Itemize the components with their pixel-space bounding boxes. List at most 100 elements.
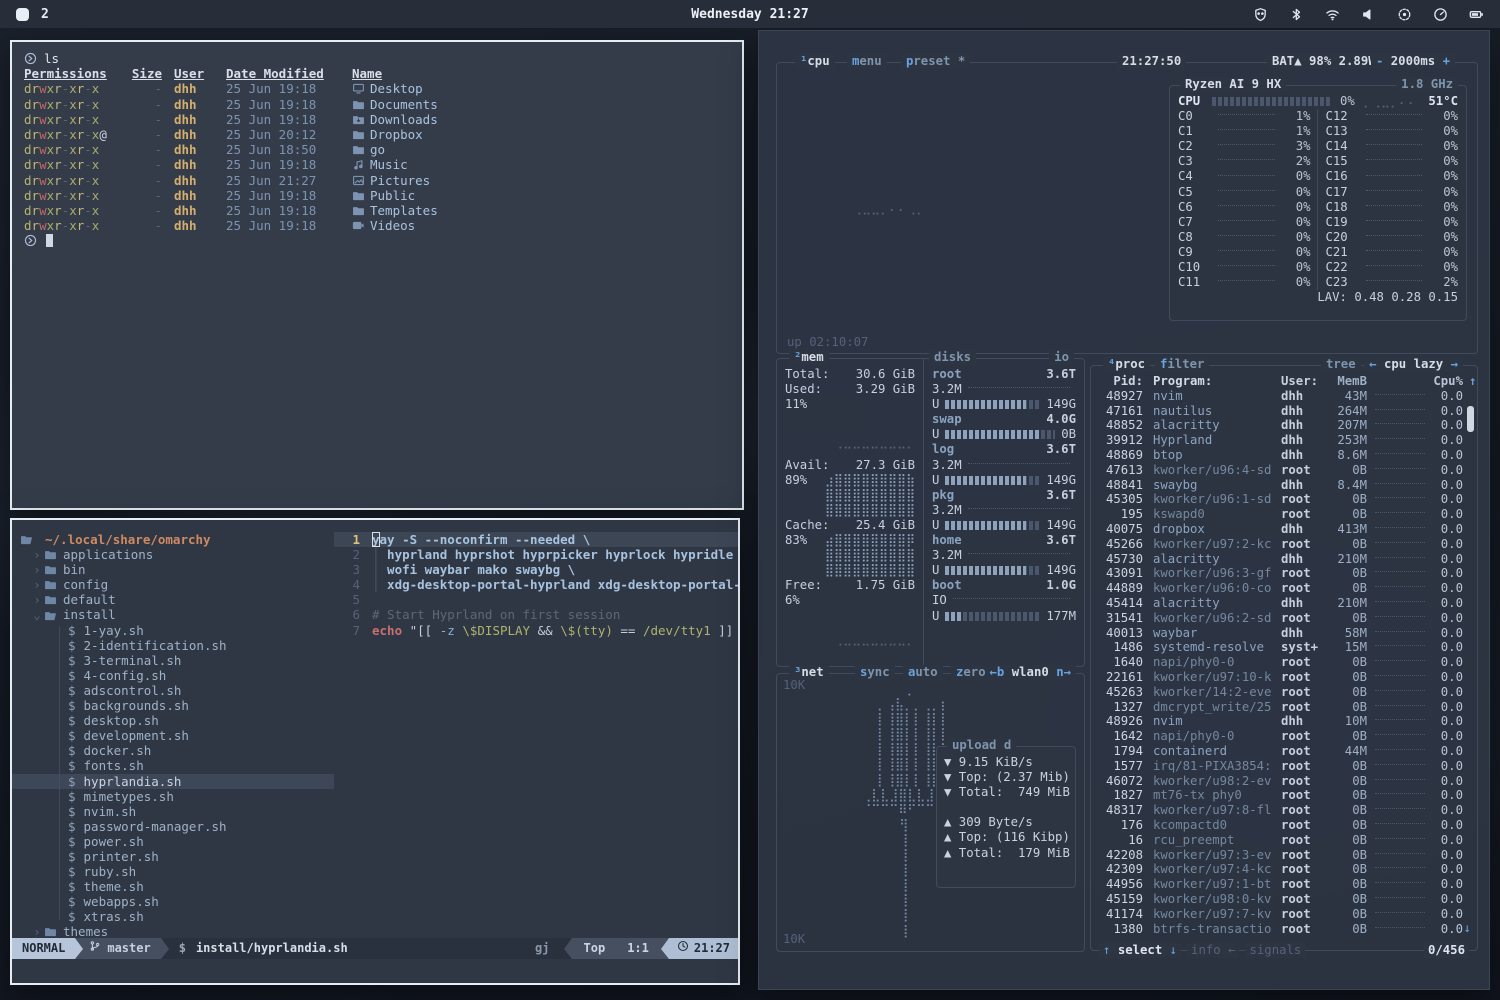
tree-dir-install[interactable]: ⌄install <box>12 607 334 622</box>
tree-file-development.sh[interactable]: $development.sh <box>12 728 334 743</box>
preset-button[interactable]: preset * <box>901 54 970 69</box>
process-row[interactable]: 40013waybardhh58M0.0 <box>1091 626 1477 641</box>
update-interval[interactable]: - 2000ms + <box>1371 54 1455 69</box>
net-interface-switcher[interactable]: ←b wlan0 n→ <box>985 665 1076 680</box>
process-row[interactable]: 1642napi/phy0-0root0B0.0 <box>1091 729 1477 744</box>
tree-dir-config[interactable]: ›config <box>12 577 334 592</box>
neovim-window[interactable]: ~/.local/share/omarchy›applications›bin›… <box>10 518 740 985</box>
tree-root[interactable]: ~/.local/share/omarchy <box>12 532 334 547</box>
proc-filter-button[interactable]: filter <box>1155 357 1209 372</box>
battery-icon[interactable] <box>1469 7 1484 22</box>
process-row[interactable]: 45263kworker/14:2-everoot0B0.0 <box>1091 685 1477 700</box>
ls-name-cell: Music <box>352 157 730 172</box>
tree-dir-bin[interactable]: ›bin <box>12 562 334 577</box>
process-row[interactable]: 45730alacrittydhh210M0.0 <box>1091 552 1477 567</box>
process-row[interactable]: 45159kworker/u98:0-kvroot0B0.0 <box>1091 892 1477 907</box>
tab-proc[interactable]: ⁴proc <box>1103 357 1150 372</box>
process-row[interactable]: 46072kworker/u98:2-evroot0B0.0 <box>1091 774 1477 789</box>
terminal-window[interactable]: ls PermissionsSizeUserDate ModifiedNamed… <box>10 40 744 510</box>
process-row[interactable]: 39912Hyprlanddhh253M0.0 <box>1091 433 1477 448</box>
info-button[interactable]: info ← <box>1187 943 1239 958</box>
file-tree-panel[interactable]: ~/.local/share/omarchy›applications›bin›… <box>12 520 334 937</box>
tree-file-desktop.sh[interactable]: $desktop.sh <box>12 713 334 728</box>
process-row[interactable]: 41174kworker/u97:7-kvroot0B0.0 <box>1091 907 1477 922</box>
signals-button[interactable]: signals <box>1245 943 1305 958</box>
tree-file-hyprlandia.sh[interactable]: $hyprlandia.sh <box>12 774 334 789</box>
process-row[interactable]: 47161nautilusdhh264M0.0 <box>1091 404 1477 419</box>
tree-file-adscontrol.sh[interactable]: $adscontrol.sh <box>12 683 334 698</box>
tree-dir-default[interactable]: ›default <box>12 592 334 607</box>
proc-scrollbar-thumb[interactable] <box>1467 406 1474 432</box>
select-button[interactable]: ↑ select ↓ <box>1099 943 1181 958</box>
process-row[interactable]: 176kcompactd0root0B0.0 <box>1091 818 1477 833</box>
tree-file-mimetypes.sh[interactable]: $mimetypes.sh <box>12 789 334 804</box>
tab-cpu[interactable]: ¹cpu <box>795 54 835 69</box>
shield-icon[interactable] <box>1253 7 1268 22</box>
io-toggle[interactable]: io <box>1049 350 1074 365</box>
process-row[interactable]: 195kswapd0root0B0.0 <box>1091 507 1477 522</box>
process-row[interactable]: 48926nvimdhh10M0.0 <box>1091 715 1477 730</box>
tree-file-xtras.sh[interactable]: $xtras.sh <box>12 909 334 924</box>
tree-file-ruby.sh[interactable]: $ruby.sh <box>12 864 334 879</box>
disks-title[interactable]: disks <box>929 350 976 365</box>
process-row[interactable]: 1794containerdroot44M0.0 <box>1091 744 1477 759</box>
process-row[interactable]: 16rcu_preemptroot0B0.0 <box>1091 833 1477 848</box>
tree-file-password-manager.sh[interactable]: $password-manager.sh <box>12 819 334 834</box>
process-row[interactable]: 31541kworker/u96:2-sdroot0B0.0 <box>1091 611 1477 626</box>
process-row[interactable]: 45266kworker/u97:2-kcroot0B0.0 <box>1091 537 1477 552</box>
process-row[interactable]: 1640napi/phy0-0root0B0.0 <box>1091 655 1477 670</box>
mem-cell: 44M <box>1325 744 1367 759</box>
tree-file-4-config.sh[interactable]: $4-config.sh <box>12 668 334 683</box>
process-row[interactable]: 44956kworker/u97:1-btroot0B0.0 <box>1091 877 1477 892</box>
bluetooth-icon[interactable] <box>1289 7 1304 22</box>
process-row[interactable]: 1380btrfs-transactioroot0B0.0 <box>1091 922 1477 937</box>
process-row[interactable]: 47613kworker/u96:4-sdroot0B0.0 <box>1091 463 1477 478</box>
process-row[interactable]: 1327dmcrypt_write/25root0B0.0 <box>1091 700 1477 715</box>
tree-dir-applications[interactable]: ›applications <box>12 547 334 562</box>
tree-file-docker.sh[interactable]: $docker.sh <box>12 743 334 758</box>
proc-tree-button[interactable]: tree <box>1321 357 1361 372</box>
process-row[interactable]: 42309kworker/u97:4-kcroot0B0.0 <box>1091 863 1477 878</box>
process-row[interactable]: 1577irq/81-PIXA3854:root0B0.0 <box>1091 759 1477 774</box>
editor-pane[interactable]: 1yay -S --noconfirm --needed \2│ hyprlan… <box>334 520 738 937</box>
process-row[interactable]: 1486systemd-resolvesyst+15M0.0 <box>1091 641 1477 656</box>
tree-file-printer.sh[interactable]: $printer.sh <box>12 849 334 864</box>
process-row[interactable]: 42208kworker/u97:3-evroot0B0.0 <box>1091 848 1477 863</box>
scroll-down-icon[interactable]: ↓ <box>1464 921 1471 936</box>
tree-file-nvim.sh[interactable]: $nvim.sh <box>12 804 334 819</box>
proc-sort-switcher[interactable]: ← cpu lazy → <box>1364 357 1463 372</box>
menu-button[interactable]: menu <box>847 54 887 69</box>
tab-mem[interactable]: ²mem <box>789 350 829 365</box>
tree-file-2-identification.sh[interactable]: $2-identification.sh <box>12 638 334 653</box>
process-row[interactable]: 22161kworker/u97:10-kroot0B0.0 <box>1091 670 1477 685</box>
process-row[interactable]: 48841swaybgdhh8.4M0.0 <box>1091 478 1477 493</box>
tree-file-fonts.sh[interactable]: $fonts.sh <box>12 758 334 773</box>
tree-file-power.sh[interactable]: $power.sh <box>12 834 334 849</box>
process-row[interactable]: 40075dropboxdhh413M0.0 <box>1091 522 1477 537</box>
net-sync-button[interactable]: sync <box>855 665 895 680</box>
process-list[interactable]: 48927nvimdhh43M0.047161nautilusdhh264M0.… <box>1091 389 1477 936</box>
process-row[interactable]: 43091kworker/u96:3-gfroot0B0.0 <box>1091 567 1477 582</box>
tree-file-1-yay.sh[interactable]: $1-yay.sh <box>12 623 334 638</box>
process-row[interactable]: 1827mt76-tx phy0root0B0.0 <box>1091 789 1477 804</box>
tree-file-theme.sh[interactable]: $theme.sh <box>12 879 334 894</box>
wifi-icon[interactable] <box>1325 7 1340 22</box>
gauge-icon[interactable] <box>1433 7 1448 22</box>
process-row[interactable]: 48852alacrittydhh207M0.0 <box>1091 419 1477 434</box>
settings-icon[interactable] <box>1397 7 1412 22</box>
process-row[interactable]: 45414alacrittydhh210M0.0 <box>1091 596 1477 611</box>
process-row[interactable]: 44889kworker/u96:0-coroot0B0.0 <box>1091 581 1477 596</box>
process-row[interactable]: 48869btopdhh8.6M0.0 <box>1091 448 1477 463</box>
process-row[interactable]: 48927nvimdhh43M0.0 <box>1091 389 1477 404</box>
scroll-up-icon[interactable]: ↑ <box>1469 374 1476 389</box>
prompt-line[interactable] <box>24 233 730 248</box>
btop-window[interactable]: ¹cpu menu preset * 21:27:50 BAT▲ 98% 2.8… <box>758 30 1490 990</box>
tree-file-backgrounds.sh[interactable]: $backgrounds.sh <box>12 698 334 713</box>
volume-icon[interactable] <box>1361 7 1376 22</box>
tree-dir-themes[interactable]: ›themes <box>12 924 334 937</box>
net-auto-button[interactable]: auto <box>903 665 943 680</box>
process-row[interactable]: 45305kworker/u96:1-sdroot0B0.0 <box>1091 493 1477 508</box>
tree-file-webapps.sh[interactable]: $webapps.sh <box>12 894 334 909</box>
process-row[interactable]: 48317kworker/u97:8-flroot0B0.0 <box>1091 803 1477 818</box>
tree-file-3-terminal.sh[interactable]: $3-terminal.sh <box>12 653 334 668</box>
